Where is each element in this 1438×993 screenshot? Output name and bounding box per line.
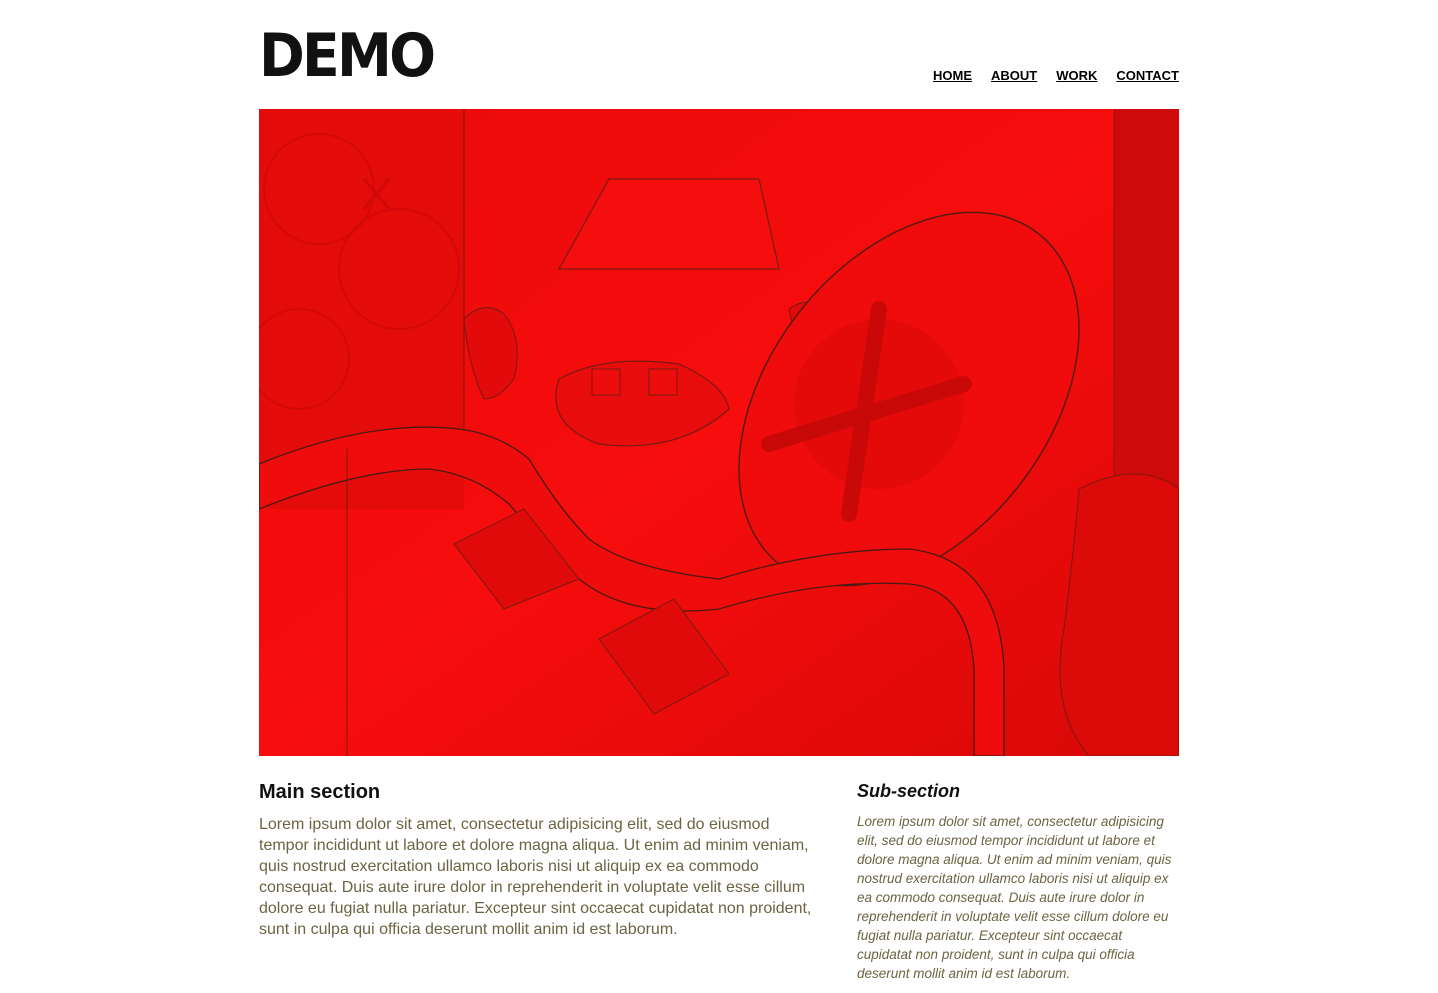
sub-section-body: Lorem ipsum dolor sit amet, consectetur … xyxy=(857,814,1172,981)
hero-image xyxy=(259,109,1179,756)
nav-work-link[interactable]: WORK xyxy=(1056,68,1097,83)
main-nav: HOME ABOUT WORK CONTACT xyxy=(933,68,1179,83)
red-artwork-image xyxy=(259,109,1179,756)
site-header: DEMO HOME ABOUT WORK CONTACT xyxy=(259,0,1179,109)
sub-section-title: Sub-section xyxy=(857,781,961,801)
site-logo[interactable]: DEMO xyxy=(259,26,436,86)
sub-section: Sub-section Lorem ipsum dolor sit amet, … xyxy=(857,779,1179,983)
page-container: DEMO HOME ABOUT WORK CONTACT Main sectio… xyxy=(259,0,1179,981)
nav-contact-link[interactable]: CONTACT xyxy=(1116,68,1179,83)
nav-home-link[interactable]: HOME xyxy=(933,68,972,83)
main-section-title: Main section xyxy=(259,781,381,803)
main-section-body: Lorem ipsum dolor sit amet, consectetur … xyxy=(259,816,812,938)
nav-about-link[interactable]: ABOUT xyxy=(991,68,1037,83)
main-section: Main section Lorem ipsum dolor sit amet,… xyxy=(259,779,819,940)
